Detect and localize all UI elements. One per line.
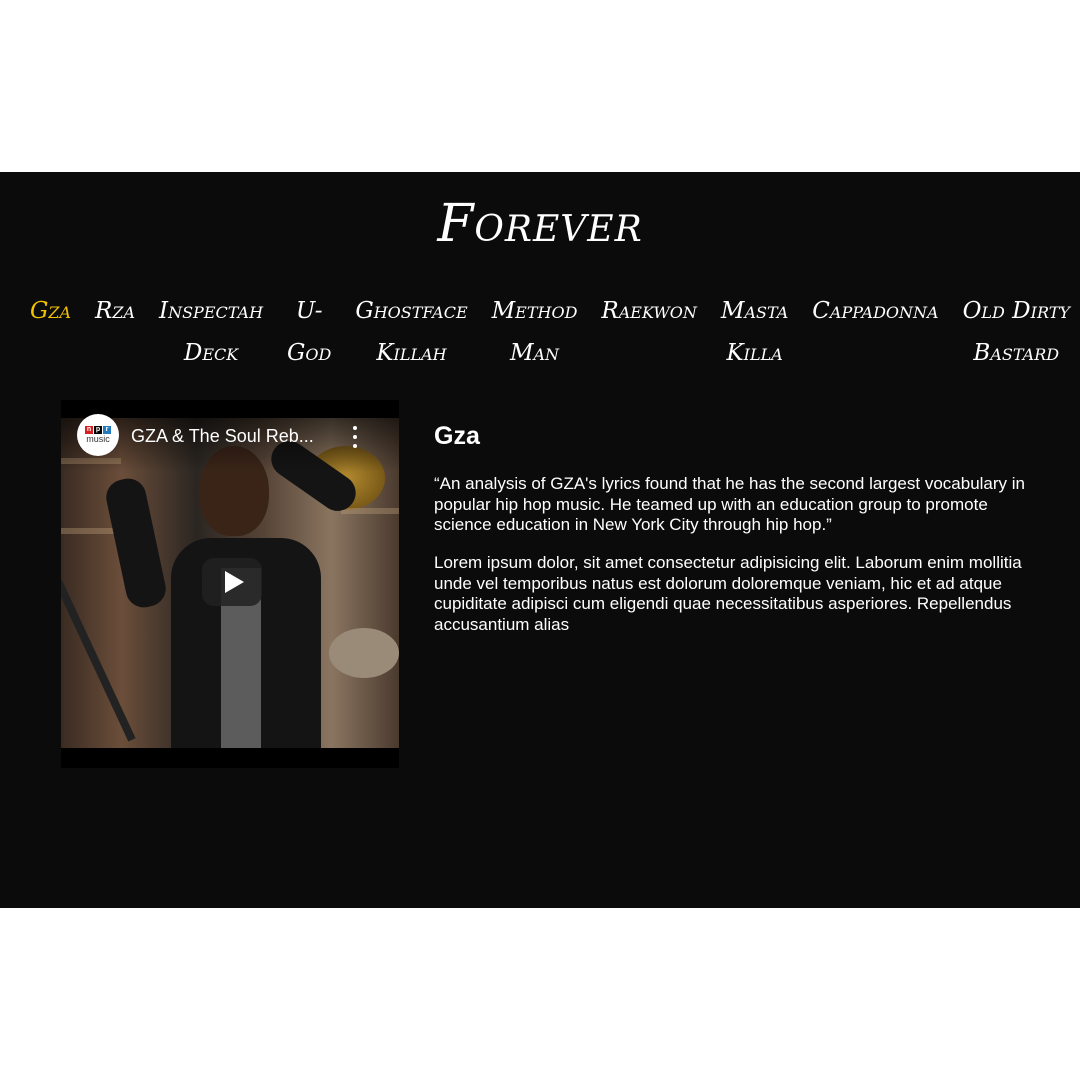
npr-music-label: music: [86, 433, 110, 444]
npr-letter-n: n: [85, 425, 93, 434]
shelf-decor: [341, 508, 399, 514]
content-panel: Forever Gza Rza Inspectah Deck U- God Gh…: [0, 172, 1080, 908]
member-quote: “An analysis of GZA's lyrics found that …: [434, 474, 1025, 534]
member-nav: Gza Rza Inspectah Deck U- God Ghostface …: [30, 290, 1070, 374]
nav-item-rza[interactable]: Rza: [95, 290, 135, 332]
dot: [353, 444, 357, 448]
npr-letters: n p r: [85, 425, 111, 434]
more-vert-icon[interactable]: [351, 426, 359, 448]
member-body: Lorem ipsum dolor, sit amet consectetur …: [434, 553, 1022, 634]
nav-item-inspectah-deck[interactable]: Inspectah Deck: [159, 290, 263, 374]
dot: [353, 426, 357, 430]
npr-music-logo[interactable]: n p r music: [77, 414, 119, 456]
nav-item-masta-killa[interactable]: Masta Killa: [721, 290, 788, 374]
person-arm-shape: [102, 475, 170, 611]
npr-letter-r: r: [103, 425, 111, 434]
drum-shape: [329, 628, 399, 678]
nav-item-raekwon[interactable]: Raekwon: [601, 290, 697, 332]
play-button[interactable]: [202, 558, 262, 606]
site-title: Forever: [437, 194, 643, 254]
npr-letter-p: p: [94, 425, 102, 434]
video-embed[interactable]: n p r music GZA & The Soul Reb...: [61, 400, 399, 768]
dot: [353, 435, 357, 439]
nav-item-u-god[interactable]: U- God: [287, 290, 331, 374]
mic-stand-shape: [61, 579, 136, 742]
nav-item-old-dirty-bastard[interactable]: Old Dirty Bastard: [963, 290, 1070, 374]
nav-item-cappadonna[interactable]: Cappadonna: [812, 290, 938, 332]
video-title[interactable]: GZA & The Soul Reb...: [131, 426, 341, 447]
nav-item-ghostface-killah[interactable]: Ghostface Killah: [355, 290, 467, 374]
play-icon: [224, 571, 244, 593]
nav-item-method-man[interactable]: Method Man: [492, 290, 578, 374]
nav-item-gza[interactable]: Gza: [30, 290, 71, 332]
member-name: Gza: [434, 422, 480, 450]
